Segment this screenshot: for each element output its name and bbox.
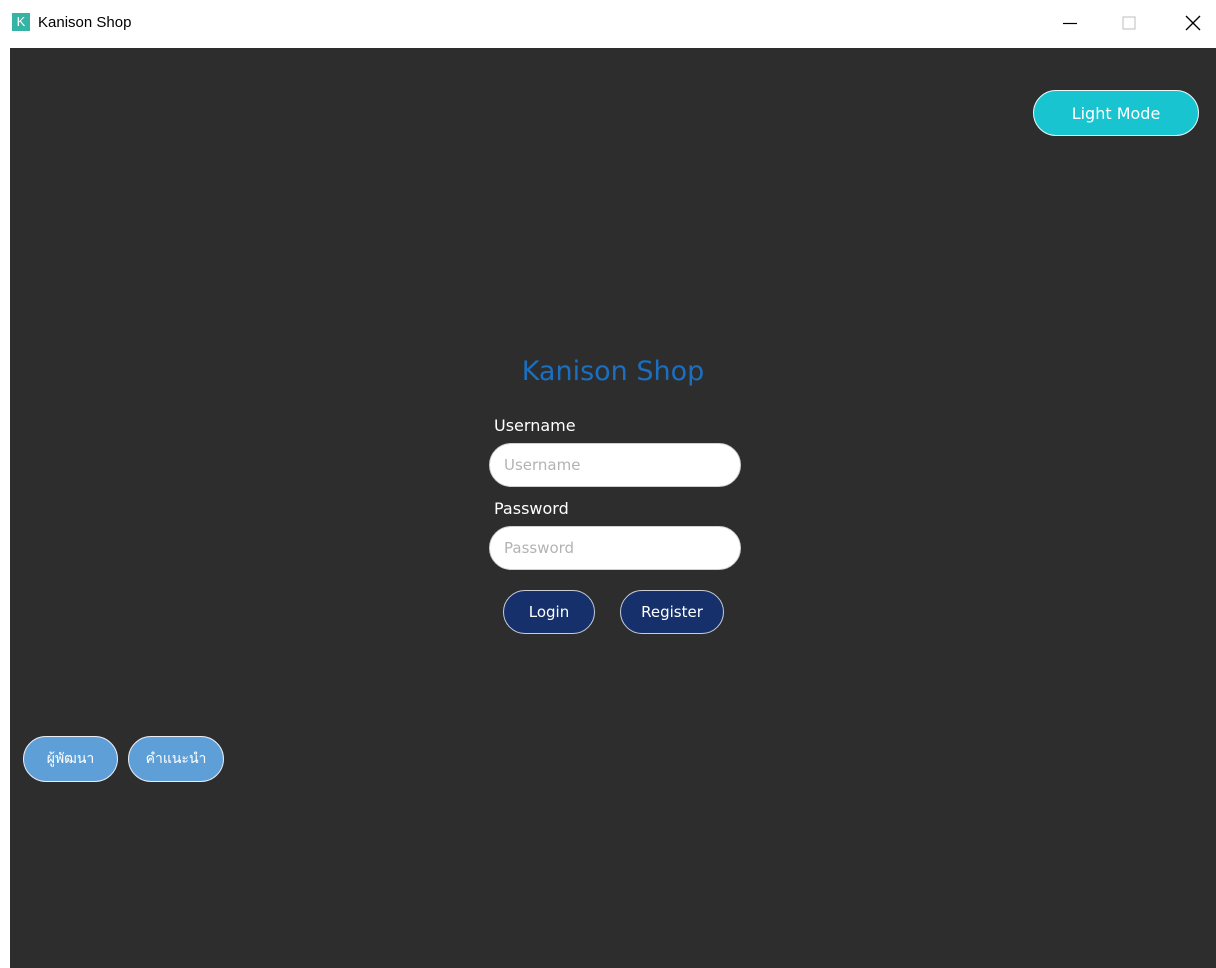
guide-button[interactable]: คำแนะนำ	[128, 736, 224, 782]
close-icon	[1185, 15, 1201, 31]
maximize-icon	[1122, 16, 1136, 30]
window-title: Kanison Shop	[38, 14, 132, 31]
main-panel: Light Mode Kanison Shop Username Passwor…	[10, 48, 1216, 968]
username-label: Username	[494, 416, 576, 435]
app-logo-icon: K	[12, 13, 30, 31]
developer-button[interactable]: ผู้พัฒนา	[23, 736, 118, 782]
password-label: Password	[494, 499, 569, 518]
app-window: K Kanison Shop Light Mode Kanison Shop U…	[0, 0, 1216, 968]
title-bar[interactable]: K Kanison Shop	[0, 0, 1216, 46]
password-input[interactable]	[489, 526, 741, 570]
maximize-button[interactable]	[1106, 0, 1152, 46]
register-button[interactable]: Register	[620, 590, 724, 634]
login-button[interactable]: Login	[503, 590, 595, 634]
close-button[interactable]	[1170, 0, 1216, 46]
username-input[interactable]	[489, 443, 741, 487]
minimize-button[interactable]	[1047, 0, 1093, 46]
light-mode-button[interactable]: Light Mode	[1033, 90, 1199, 136]
login-title: Kanison Shop	[521, 356, 705, 387]
minimize-icon	[1063, 22, 1077, 25]
